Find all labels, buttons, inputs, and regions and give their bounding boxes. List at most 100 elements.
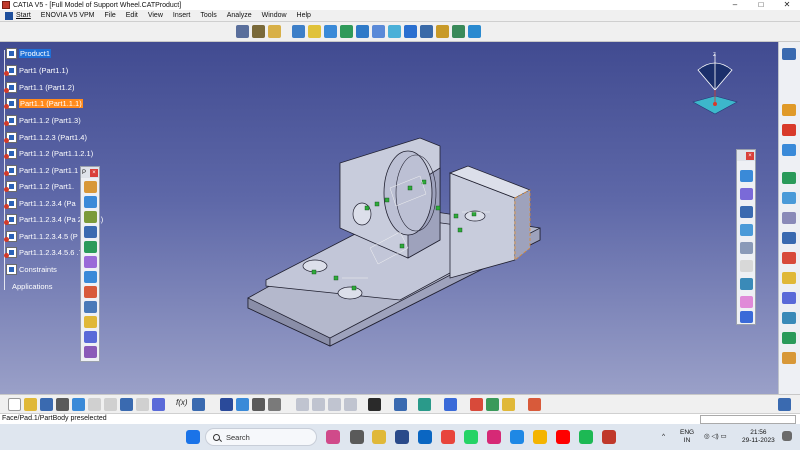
menu-start[interactable]: Start [0,11,36,20]
power-input-field[interactable] [700,415,796,424]
sync-icon[interactable] [368,398,381,411]
manage-representations-icon[interactable] [84,301,97,313]
reuse-pattern-icon[interactable] [740,311,753,323]
tree-item-constraints[interactable]: Constraints [6,263,57,276]
tree-item-applications[interactable]: Applications [12,280,52,293]
print-icon[interactable] [56,398,69,411]
menu-window[interactable]: Window [257,12,292,19]
pan-icon[interactable] [308,25,321,38]
distance-icon[interactable] [782,212,796,224]
sectioning-bottom-icon[interactable] [312,398,325,411]
fix-component-icon[interactable] [740,242,753,254]
windows-start-icon[interactable] [186,430,200,444]
compass-toggle-icon[interactable] [236,25,249,38]
catalog-icon[interactable] [782,292,796,304]
maximize-button[interactable]: □ [748,0,774,10]
new-file-icon[interactable] [8,398,21,411]
youtube-icon[interactable] [556,430,570,444]
measure-icon[interactable] [782,232,796,244]
create-multi-view-icon[interactable] [388,25,401,38]
generate-numbering-icon[interactable] [84,271,97,283]
zoom-in-icon[interactable] [340,25,353,38]
menu-file[interactable]: File [99,12,120,19]
knowledge-advisor-icon[interactable] [192,398,205,411]
fast-multi-instantiation-icon[interactable] [84,331,97,343]
tree-item[interactable]: Part1.1.2 (Part1.1 [4,164,78,177]
menu-analyze[interactable]: Analyze [222,12,257,19]
reconnect-icon[interactable] [84,346,97,358]
new-product-icon[interactable] [84,211,97,223]
menu-tools[interactable]: Tools [195,12,221,19]
tree-item[interactable]: Part1.1.2.3.4 (Pa [4,197,76,210]
redo-icon[interactable] [136,398,149,411]
contact-constraint-icon[interactable] [740,188,753,200]
menu-insert[interactable]: Insert [168,12,196,19]
snap-move-icon[interactable] [782,124,796,136]
light-icon[interactable] [502,398,515,411]
grid-icon[interactable] [528,398,541,411]
copilot-icon[interactable] [326,430,340,444]
toolbar-close-button[interactable]: × [746,151,754,160]
open-file-icon[interactable] [24,398,37,411]
linkedin-icon[interactable] [418,430,432,444]
menu-help[interactable]: Help [292,12,316,19]
tree-item-highlighted[interactable]: Part1.1 (Part1.1.1) [4,97,83,110]
close-button[interactable]: ✕ [774,0,800,10]
whats-this-icon[interactable] [152,398,165,411]
sticky-notes-icon[interactable] [533,430,547,444]
cut-icon[interactable] [88,398,101,411]
file-explorer-icon[interactable] [372,430,386,444]
tree-item[interactable]: Part1.1.2 (Part1.3) [4,114,81,127]
fly-mode-icon[interactable] [268,25,281,38]
save-icon[interactable] [40,398,53,411]
explode-icon[interactable] [782,144,796,156]
tray-overflow-icon[interactable]: ^ [662,433,665,441]
clock[interactable]: 21:56 29-11-2023 [742,429,775,445]
existing-component-icon[interactable] [84,181,97,193]
offset-constraint-icon[interactable] [740,206,753,218]
undo-icon[interactable] [120,398,133,411]
compass-icon[interactable]: z [690,50,740,122]
vscode-icon[interactable] [510,430,524,444]
copy-icon[interactable] [104,398,117,411]
clash-icon[interactable] [782,172,796,184]
quick-print-icon[interactable] [72,398,85,411]
tree-expand-icon[interactable] [236,398,249,411]
move-icon[interactable] [782,104,796,116]
tree-item[interactable]: Part1.1.2.3.4.5.6 .7) [4,246,85,259]
menu-edit[interactable]: Edit [121,12,143,19]
annotated-view-icon[interactable] [344,398,357,411]
tree-root-product[interactable]: Product1 [6,47,52,60]
swap-space-icon[interactable] [452,25,465,38]
catia-running-icon[interactable] [602,430,616,444]
bill-of-material-icon[interactable] [782,312,796,324]
fix-together-icon[interactable] [740,260,753,272]
menu-view[interactable]: View [143,12,168,19]
iso-view-icon[interactable] [404,25,417,38]
support-wheel-model[interactable] [240,128,560,358]
fix-icon[interactable] [418,398,431,411]
instagram-icon[interactable] [487,430,501,444]
spotify-icon[interactable] [579,430,593,444]
new-part-icon[interactable] [84,226,97,238]
axis-icon[interactable] [782,352,796,364]
product-structure-icon[interactable] [782,48,796,60]
snap-icon[interactable] [252,25,265,38]
tree-item[interactable]: Part1.1.2 (Part1. [4,180,74,193]
scenes-icon[interactable] [782,272,796,284]
constraint-icon[interactable] [444,398,457,411]
graph-tree-reordering-icon[interactable] [84,256,97,268]
minimize-button[interactable]: – [722,0,748,10]
update-icon[interactable] [782,332,796,344]
task-view-icon[interactable] [350,430,364,444]
replace-component-icon[interactable] [84,241,97,253]
selective-load-icon[interactable] [84,286,97,298]
sectioning-icon[interactable] [782,192,796,204]
update-all-icon[interactable] [394,398,407,411]
whatsapp-icon[interactable] [464,430,478,444]
notification-icon[interactable] [782,431,792,441]
coincidence-constraint-icon[interactable] [740,170,753,182]
shading-icon[interactable] [420,25,433,38]
tree-item[interactable]: Part1.1.2.3.4.5 (P [4,230,78,243]
rotate-icon[interactable] [324,25,337,38]
